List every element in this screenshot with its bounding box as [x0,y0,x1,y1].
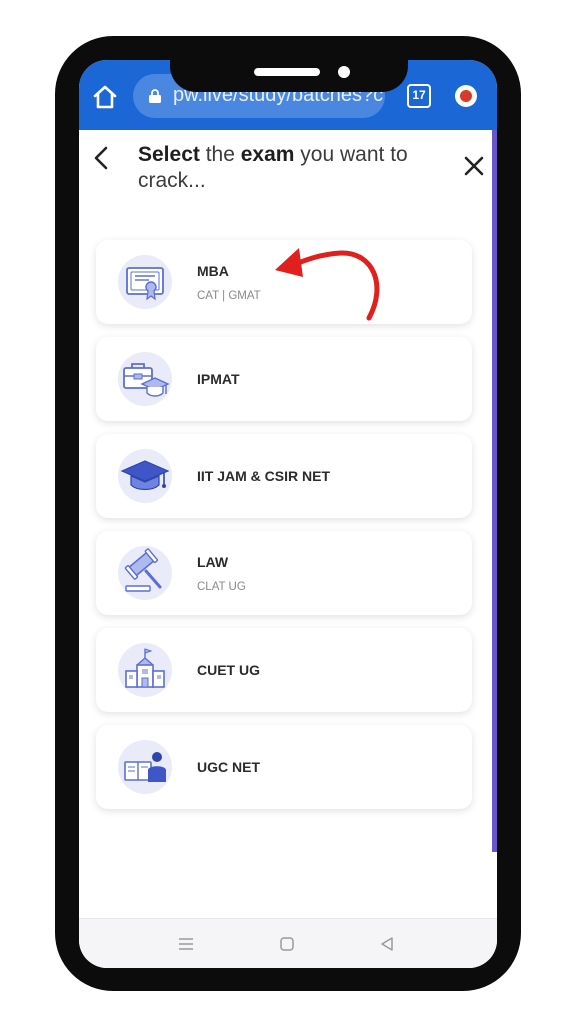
exam-card-ipmat[interactable]: IPMAT [96,337,472,421]
page-title: Select the exam you want to crack... [138,142,458,194]
front-camera [338,66,350,78]
back-arrow-icon[interactable] [90,145,112,171]
exam-title-law: LAW [197,554,229,570]
exam-card-ugc-net[interactable]: UGC NET [96,725,472,809]
home-icon[interactable] [91,83,119,111]
title-bold-select: Select [138,143,200,166]
graduation-cap-icon [118,449,172,503]
exam-title-ugc-net: UGC NET [197,759,260,775]
browser-menu-icon[interactable] [455,85,477,107]
exam-title-iit-jam-csir-net: IIT JAM & CSIR NET [197,468,331,484]
exam-title-mba: MBA [197,263,229,279]
exam-subtitle-law: CLAT UG [197,581,246,593]
speaker-grille [254,68,320,76]
certificate-icon [118,255,172,309]
android-nav-bar [79,918,497,968]
title-text-the: the [199,143,241,166]
title-bold-exam: exam [240,143,295,166]
exam-card-law[interactable]: LAW CLAT UG [96,531,472,615]
back-triangle-icon[interactable] [378,935,396,953]
phone-notch [170,36,408,92]
exam-title-ipmat: IPMAT [197,371,240,387]
gavel-icon [118,546,172,600]
recent-apps-icon[interactable] [177,935,195,953]
briefcase-graduation-icon [118,352,172,406]
scroll-indicator [492,130,497,852]
teacher-book-icon [118,740,172,794]
exam-title-cuet-ug: CUET UG [197,662,260,678]
stage: pw.live/study/batches?c 17 Select the ex… [0,0,576,1024]
close-icon[interactable] [463,155,485,177]
tab-count-button[interactable]: 17 [407,84,431,108]
phone-screen: pw.live/study/batches?c 17 Select the ex… [79,60,497,968]
home-square-icon[interactable] [278,935,296,953]
lock-icon [149,89,161,103]
exam-card-cuet-ug[interactable]: CUET UG [96,628,472,712]
exam-card-iit-jam-csir-net[interactable]: IIT JAM & CSIR NET [96,434,472,518]
exam-subtitle-mba: CAT | GMAT [197,290,261,302]
red-curved-arrow-icon [275,248,380,321]
university-building-icon [118,643,172,697]
